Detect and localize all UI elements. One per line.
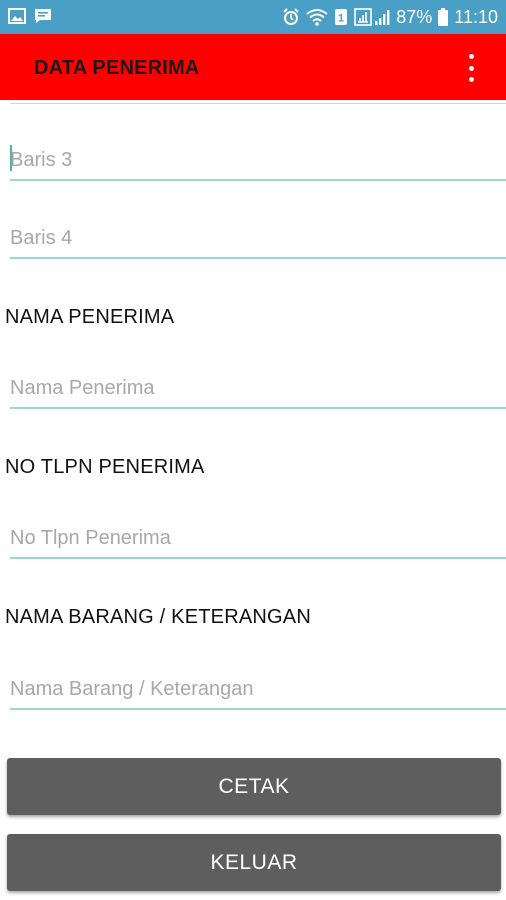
system-icons: 1 87% 11:10 [282,0,498,34]
wifi-icon [306,8,328,26]
data-icon: 1 [334,8,348,26]
nama-barang-input[interactable] [10,670,506,710]
no-tlpn-label: NO TLPN PENERIMA [5,456,205,478]
message-icon [34,8,52,24]
status-bar: 1 87% 11:10 [0,0,506,34]
nama-penerima-input[interactable] [10,369,506,409]
svg-text:1: 1 [338,13,344,25]
nama-barang-label: NAMA BARANG / KETERANGAN [5,606,311,628]
nama-penerima-label: NAMA PENERIMA [5,306,175,328]
text-cursor [10,145,12,171]
battery-icon [438,8,449,26]
app-bar: DATA PENERIMA [0,34,506,100]
cetak-button[interactable]: CETAK [7,758,501,815]
page-title: DATA PENERIMA [34,57,200,79]
signal-icon [354,8,390,26]
overflow-menu-icon[interactable] [466,54,476,82]
gallery-icon [8,8,26,24]
baris3-input[interactable] [10,141,506,181]
clock: 11:10 [454,6,498,27]
divider [10,103,506,104]
no-tlpn-input[interactable] [10,519,506,559]
notification-icons [8,8,52,24]
alarm-icon [282,8,300,26]
battery-percent: 87% [396,6,433,27]
keluar-button[interactable]: KELUAR [7,834,501,891]
baris4-input[interactable] [10,219,506,259]
